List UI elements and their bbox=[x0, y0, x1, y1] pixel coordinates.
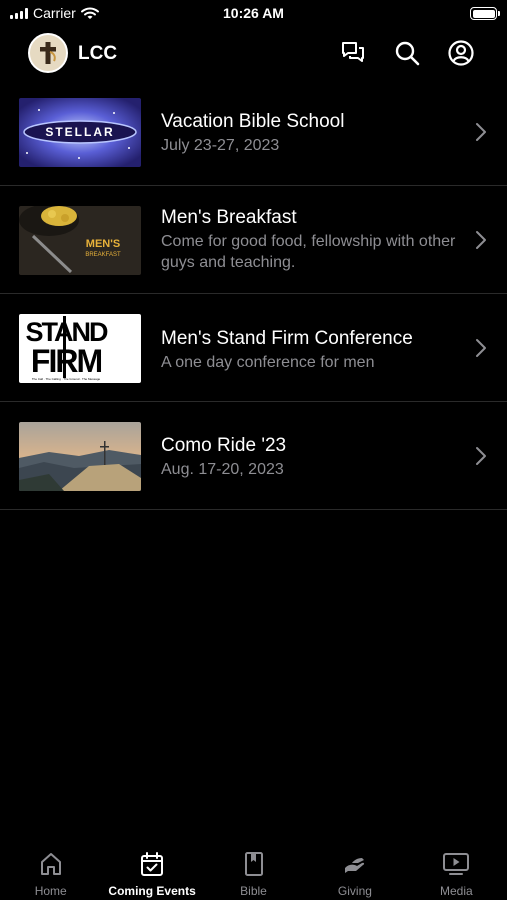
tab-bar: Home Coming Events Bible Giving Media bbox=[0, 840, 507, 900]
event-subtitle: July 23-27, 2023 bbox=[161, 137, 280, 154]
calendar-icon bbox=[141, 852, 164, 876]
tab-media[interactable]: Media bbox=[406, 840, 507, 900]
svg-text:BREAKFAST: BREAKFAST bbox=[85, 252, 121, 258]
giving-hand-icon bbox=[344, 858, 365, 873]
chevron-right-icon bbox=[476, 339, 486, 357]
media-play-icon bbox=[443, 853, 470, 875]
home-icon bbox=[40, 853, 61, 875]
event-row-vbs[interactable]: STELLAR Vacation Bible School July 23-27… bbox=[0, 78, 507, 186]
status-time: 10:26 AM bbox=[223, 5, 284, 21]
tab-label: Coming Events bbox=[108, 884, 196, 898]
church-logo bbox=[28, 33, 68, 73]
events-list: STELLAR Vacation Bible School July 23-27… bbox=[0, 78, 507, 510]
chevron-right-icon bbox=[476, 123, 486, 141]
event-subtitle: A one day conference for men bbox=[161, 354, 375, 371]
event-row-como-ride[interactable]: Como Ride '23 Aug. 17-20, 2023 bbox=[0, 402, 507, 510]
svg-text:FIRM: FIRM bbox=[31, 343, 102, 379]
event-row-stand-firm[interactable]: STAND FIRM The Call · The Calling · The … bbox=[0, 294, 507, 402]
tab-label: Bible bbox=[240, 884, 267, 898]
event-subtitle: Aug. 17-20, 2023 bbox=[161, 461, 284, 478]
svg-text:The Call · The Calling · The G: The Call · The Calling · The Ground · Th… bbox=[32, 377, 101, 381]
tab-label: Giving bbox=[337, 884, 372, 898]
event-thumbnail: STAND FIRM The Call · The Calling · The … bbox=[19, 314, 141, 383]
chevron-right-icon bbox=[476, 231, 486, 249]
event-title: Men's Stand Firm Conference bbox=[161, 328, 413, 349]
event-thumbnail: STELLAR bbox=[19, 98, 141, 167]
tab-bible[interactable]: Bible bbox=[203, 840, 304, 900]
account-icon[interactable] bbox=[447, 39, 475, 67]
chevron-right-icon bbox=[476, 447, 486, 465]
app-header: LCC bbox=[0, 32, 507, 76]
book-icon bbox=[244, 852, 263, 876]
search-icon[interactable] bbox=[393, 39, 421, 67]
chat-icon[interactable] bbox=[339, 39, 367, 67]
battery-icon bbox=[470, 7, 500, 20]
tab-label: Media bbox=[439, 884, 473, 898]
tab-label: Home bbox=[34, 884, 67, 898]
event-title: Como Ride '23 bbox=[161, 435, 287, 456]
event-thumbnail: MEN'S BREAKFAST bbox=[19, 206, 141, 275]
event-title: Men's Breakfast bbox=[161, 207, 297, 228]
svg-text:MEN'S: MEN'S bbox=[86, 238, 120, 250]
tab-home[interactable]: Home bbox=[0, 840, 101, 900]
event-thumbnail bbox=[19, 422, 141, 491]
event-title: Vacation Bible School bbox=[161, 111, 345, 132]
status-bar: Carrier 10:26 AM bbox=[0, 0, 507, 28]
event-row-mens-breakfast[interactable]: MEN'S BREAKFAST Men's Breakfast Come for… bbox=[0, 186, 507, 294]
app-title: LCC bbox=[78, 43, 118, 64]
event-subtitle: Come for good food, fellowship with othe… bbox=[161, 233, 456, 271]
tab-giving[interactable]: Giving bbox=[304, 840, 405, 900]
tab-coming-events[interactable]: Coming Events bbox=[101, 840, 202, 900]
thumbnail-text: STELLAR bbox=[45, 125, 114, 139]
